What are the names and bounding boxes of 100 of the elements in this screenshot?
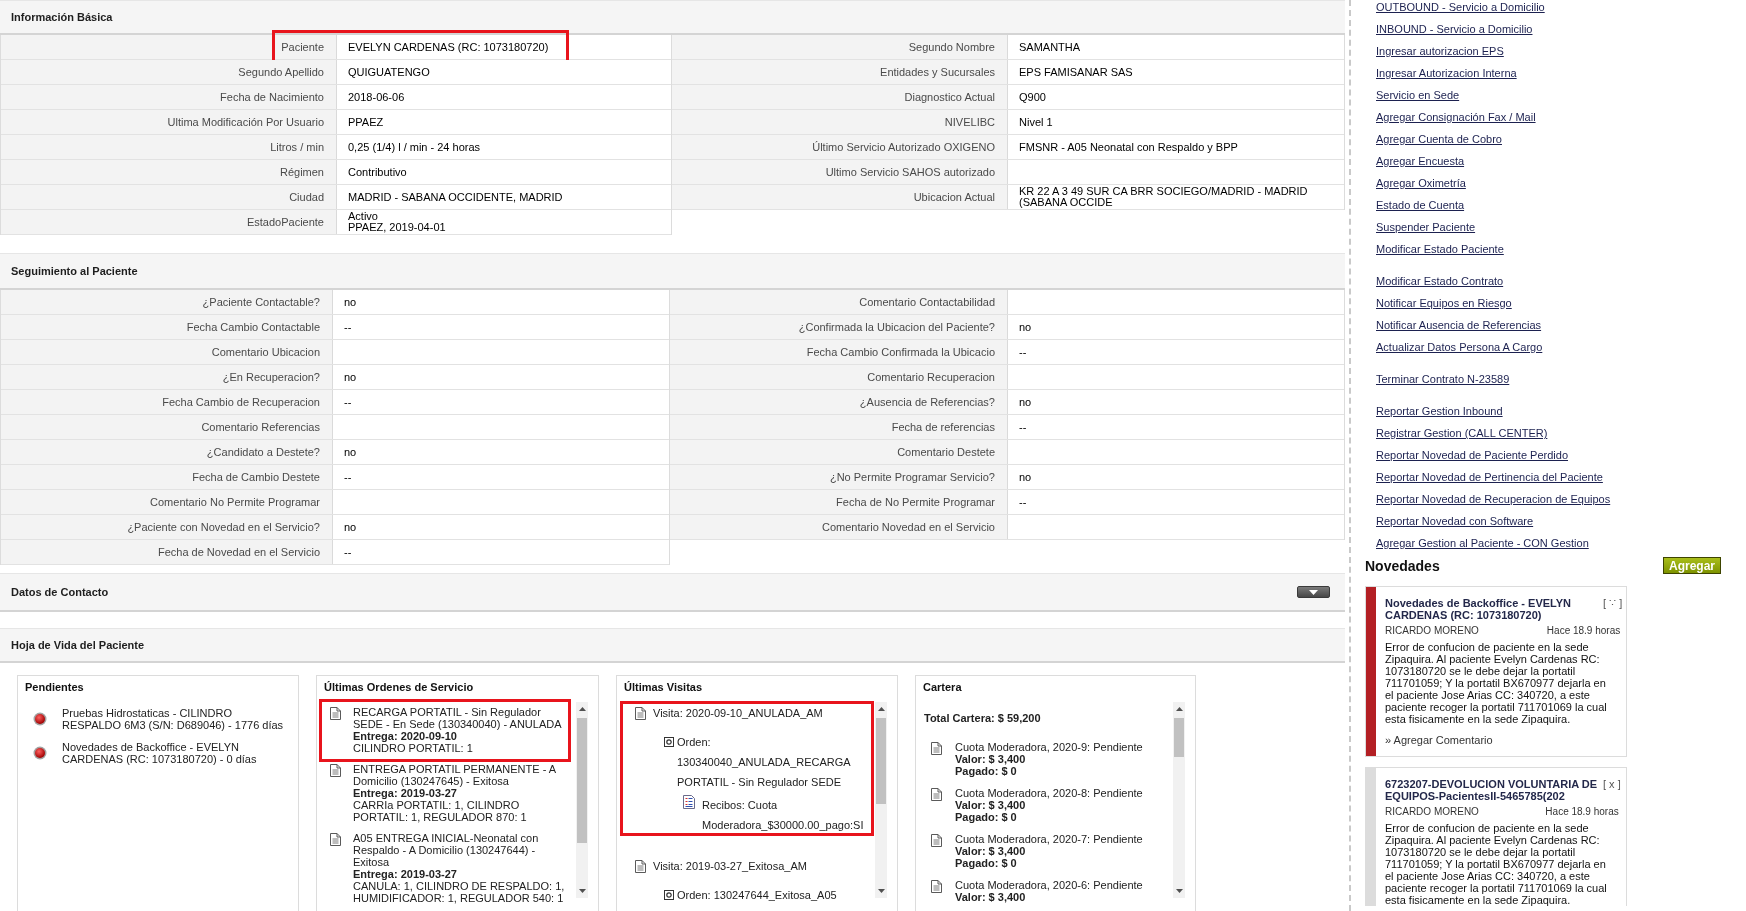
field-label: Segundo Apellido — [1, 60, 337, 84]
timestamp: Hace 18.9 horas — [1546, 625, 1621, 637]
scrollbar[interactable] — [576, 702, 588, 898]
author-name: RICARDO MORENO — [1385, 806, 1479, 818]
news-body: Error de confucion de paciente en la sede Zipaquira. Al paciente Evelyn Cardenas RC: 1073180720 se le debe dejar la portatil 711701059; Y la portatil BX670977 dejarla en el paciente Jose Arias CC: 340720, a este paciente recoger la portatil 711701069 la cual esta fisicamente en la sede Zipaquira. — [1385, 822, 1608, 906]
field-label: Último Servicio Autorizado OXIGENO — [672, 135, 1008, 159]
toggle-link[interactable]: [ x ] — [1603, 778, 1621, 790]
caret-down-icon — [1309, 589, 1318, 595]
pending-item-text: Pruebas Hidrostaticas - CILINDRO RESPALDO 6M3 (S/N: D689046) - 1776 días — [62, 707, 285, 731]
panel-title: Últimas Visitas — [624, 681, 703, 694]
section-title: Información Básica — [11, 10, 113, 24]
scroll-down-icon[interactable] — [578, 889, 586, 893]
document-icon — [931, 880, 942, 893]
news-body: Error de confucion de paciente en la sede Zipaquira. Al paciente Evelyn Cardenas RC: 1073180720 se le debe dejar la portatil 711701059; Y la portatil BX670977 dejarla en el paciente Jose Arias CC: 340720, a este paciente recoger la portatil 711701069 la cual esta fisicamente en la sede Zipaquira. — [1385, 641, 1608, 725]
charge-amount: Valor: $ 3,400 — [955, 753, 1026, 765]
sidebar-link[interactable]: Reportar Novedad de Paciente Perdido — [1376, 448, 1568, 462]
sidebar-link[interactable]: Estado de Cuenta — [1376, 198, 1465, 212]
field-label: Fecha de Cambio Destete — [1, 465, 333, 489]
field-label: Litros / min — [1, 135, 337, 159]
field-label: Fecha de No Permite Programar — [670, 490, 1008, 514]
sidebar-link[interactable]: Modificar Estado Contrato — [1376, 274, 1504, 288]
charge-concept: Cuota Moderadora, 2020-6: Pendiente — [955, 879, 1143, 891]
sidebar-link[interactable]: Suspender Paciente — [1376, 220, 1476, 234]
news-heading: Novedades — [1365, 557, 1440, 574]
scroll-down-icon[interactable] — [1175, 889, 1183, 893]
charge-amount: Valor: $ 3,400 — [955, 845, 1026, 857]
field-label: Fecha Cambio Contactable — [1, 315, 333, 339]
sidebar-link[interactable]: Servicio en Sede — [1376, 88, 1460, 102]
field-label: Comentario Recuperacion — [670, 365, 1008, 389]
charge-concept: Cuota Moderadora, 2020-9: Pendiente — [955, 741, 1143, 753]
field-label: Comentario Destete — [670, 440, 1008, 464]
sidebar-link[interactable]: Ingresar autorizacion EPS — [1376, 44, 1504, 58]
document-icon — [635, 707, 646, 720]
scroll-up-icon[interactable] — [578, 707, 586, 711]
charge-concept: Cuota Moderadora, 2020-7: Pendiente — [955, 833, 1143, 845]
field-label: Comentario Referencias — [1, 415, 333, 439]
order-description: RECARGA PORTATIL - Sin Regulador SEDE - En Sede (130340040) - ANULADA — [353, 706, 563, 730]
scroll-down-icon[interactable] — [877, 889, 885, 893]
field-label: NIVELIBC — [672, 110, 1008, 134]
pending-item-text: Novedades de Backoffice - EVELYN CARDENAS (RC: 1073180720) - 0 días — [62, 741, 258, 765]
field-label: Fecha de Nacimiento — [1, 85, 337, 109]
sidebar-link[interactable]: Reportar Novedad de Pertinencia del Paciente — [1376, 470, 1603, 484]
charge-amount: Valor: $ 3,400 — [955, 799, 1026, 811]
field-label: ¿En Recuperacion? — [1, 365, 333, 389]
sidebar-link[interactable]: Agregar Consignación Fax / Mail — [1376, 110, 1536, 124]
order-delivery-date: Entrega: 2019-03-27 — [353, 868, 457, 880]
sidebar-link[interactable]: Agregar Encuesta — [1376, 154, 1465, 168]
order-delivery-date: Entrega: 2020-09-10 — [353, 730, 457, 742]
scrollbar-thumb[interactable] — [577, 718, 587, 843]
status-dot-icon — [33, 746, 47, 760]
scrollbar[interactable] — [1173, 702, 1185, 898]
charge-paid: Pagado: $ 0 — [955, 765, 1017, 777]
scrollbar[interactable] — [875, 702, 887, 898]
panel-title: Últimas Ordenes de Servicio — [324, 681, 474, 694]
sidebar-link[interactable]: Ingresar Autorizacion Interna — [1376, 66, 1517, 80]
sidebar-link[interactable]: Agregar Oximetría — [1376, 176, 1466, 190]
field-label: Paciente — [1, 35, 337, 59]
field-label: Ultimo Servicio SAHOS autorizado — [672, 160, 1008, 184]
visit-receipt-text: Recibos: Cuota Moderadora_$30000.00_pago:SI — [702, 798, 865, 833]
scroll-up-icon[interactable] — [1175, 707, 1183, 711]
square-bullet-icon — [664, 890, 674, 900]
collapse-toggle-button[interactable] — [1297, 586, 1330, 598]
sidebar-link[interactable]: Registrar Gestion (CALL CENTER) — [1376, 426, 1548, 440]
sidebar-link[interactable]: Notificar Ausencia de Referencias — [1376, 318, 1542, 332]
scrollbar-thumb[interactable] — [876, 718, 886, 804]
order-equipment: CARRIa PORTATIL: 1, CILINDRO PORTATIL: 1, REGULADOR 870: 1 — [353, 799, 528, 823]
timestamp: Hace 18.9 horas — [1545, 806, 1619, 818]
section-title: Hoja de Vida del Paciente — [11, 638, 145, 652]
field-label: Fecha Cambio de Recuperacion — [1, 390, 333, 414]
scrollbar-thumb[interactable] — [1174, 718, 1184, 757]
document-icon — [330, 707, 341, 720]
sidebar-link[interactable]: Modificar Estado Paciente — [1376, 242, 1504, 256]
order-equipment: CILINDRO PORTATIL: 1 — [353, 742, 474, 754]
sidebar-link[interactable]: Reportar Novedad con Software — [1376, 514, 1534, 528]
add-comment-link[interactable]: » Agregar Comentario — [1385, 734, 1493, 746]
charge-concept: Cuota Moderadora, 2020-8: Pendiente — [955, 787, 1143, 799]
sidebar-link[interactable]: Notificar Equipos en Riesgo — [1376, 296, 1512, 310]
charge-paid: Pagado: $ 0 — [955, 857, 1017, 869]
scroll-up-icon[interactable] — [877, 707, 885, 711]
panel-title: Pendientes — [25, 681, 84, 694]
square-bullet-icon — [664, 737, 674, 747]
sidebar-link[interactable]: Terminar Contrato N-23589 — [1376, 372, 1510, 386]
field-label: Segundo Nombre — [672, 35, 1008, 59]
order-delivery-date: Entrega: 2019-03-27 — [353, 787, 457, 799]
sidebar-link[interactable]: Actualizar Datos Persona A Cargo — [1376, 340, 1543, 354]
field-label: Fecha de Novedad en el Servicio — [1, 540, 333, 564]
sidebar-link[interactable]: INBOUND - Servicio a Domicilio — [1376, 22, 1533, 36]
status-dot-icon — [33, 712, 47, 726]
panel-title: Cartera — [923, 681, 962, 694]
sidebar-link[interactable]: OUTBOUND - Servicio a Domicilio — [1376, 0, 1545, 14]
sidebar-link[interactable]: Reportar Gestion Inbound — [1376, 404, 1503, 418]
field-label: ¿No Permite Programar Servicio? — [670, 465, 1008, 489]
sidebar-link[interactable]: Reportar Novedad de Recuperacion de Equipos — [1376, 492, 1611, 506]
sidebar-link[interactable]: Agregar Gestion al Paciente - CON Gestion — [1376, 536, 1589, 550]
news-title: Novedades de Backoffice - EVELYN CARDENAS (RC: 1073180720) — [1385, 597, 1573, 621]
field-label: Ultima Modificación Por Usuario — [1, 110, 337, 134]
field-label: ¿Paciente Contactable? — [1, 290, 333, 314]
document-list-icon — [683, 795, 695, 809]
sidebar-link[interactable]: Agregar Cuenta de Cobro — [1376, 132, 1502, 146]
toggle-link[interactable]: [ ∵ ] — [1603, 597, 1623, 609]
